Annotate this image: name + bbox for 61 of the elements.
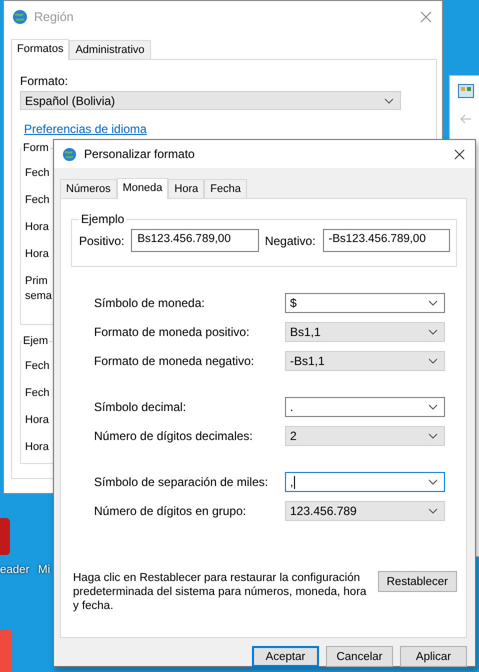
chevron-down-icon (428, 479, 438, 485)
chevron-down-icon (428, 329, 438, 335)
group-title: Ejemplo (79, 212, 126, 226)
setting-dropdown[interactable]: -Bs1,1 (285, 351, 445, 371)
setting-label: Fech (25, 193, 50, 208)
setting-label: Fech (25, 359, 50, 374)
chevron-down-icon (384, 98, 394, 104)
window-title: Personalizar formato (84, 147, 195, 161)
positive-example-field: Bs123.456.789,00 (131, 229, 259, 252)
globe-icon (62, 146, 77, 162)
setting-label: Formato de moneda negativo: (94, 354, 254, 368)
setting-label: Fech (25, 166, 50, 181)
setting-label: Número de dígitos decimales: (94, 429, 253, 443)
setting-label: Símbolo decimal: (94, 400, 186, 414)
setting-dropdown[interactable]: Bs1,1 (285, 322, 445, 342)
reset-note: Haga clic en Restablecer para restaurar la configuración predeterminada del sistema para números, moneda, hora y fecha. (73, 571, 368, 613)
tab[interactable]: Números (60, 179, 117, 198)
group-title: Ejem (22, 335, 50, 347)
setting-label: Prim sema (25, 274, 52, 304)
setting-dropdown[interactable]: $ (285, 293, 445, 313)
setting-label: Formato de moneda positivo: (94, 325, 250, 339)
setting-dropdown[interactable]: . (285, 397, 445, 417)
setting-label: Hora (25, 440, 49, 455)
back-arrow-icon[interactable] (460, 114, 472, 124)
dialog-button[interactable]: Aceptar (252, 646, 319, 667)
setting-label: Fech (25, 386, 50, 401)
reset-button[interactable]: Restablecer (378, 571, 457, 592)
setting-label: Símbolo de separación de miles: (94, 475, 268, 489)
negative-example-field: -Bs123.456.789,00 (322, 229, 450, 252)
setting-dropdown[interactable]: 2 (285, 426, 445, 446)
format-dropdown[interactable]: Español (Bolivia) (20, 91, 401, 110)
setting-label: Número de dígitos en grupo: (94, 504, 246, 518)
positive-label: Positivo: (79, 234, 124, 248)
group-title: Form (22, 142, 50, 154)
chevron-down-icon (428, 300, 438, 306)
format-label: Formato: (20, 74, 68, 88)
setting-label: Hora (25, 247, 49, 262)
setting-label: Símbolo de moneda: (94, 296, 205, 310)
app-tile-icon[interactable] (0, 630, 12, 672)
chevron-down-icon (428, 358, 438, 364)
tab[interactable]: Fecha (204, 179, 247, 198)
negative-label: Negativo: (264, 234, 316, 248)
setting-dropdown[interactable]: , (285, 472, 445, 492)
chevron-down-icon (428, 433, 438, 439)
dialog-button[interactable]: Aplicar (400, 646, 467, 667)
dialog-button[interactable]: Cancelar (326, 646, 393, 667)
setting-dropdown[interactable]: 123.456.789 (285, 501, 445, 521)
tab[interactable]: Hora (168, 179, 204, 198)
tab[interactable]: Moneda (116, 178, 168, 199)
language-preferences-link[interactable]: Preferencias de idioma (24, 123, 147, 136)
chevron-down-icon (428, 508, 438, 514)
control-panel-icon (458, 84, 474, 98)
globe-icon (12, 8, 28, 24)
setting-label: Hora (25, 413, 49, 428)
tab[interactable]: Formatos (11, 39, 70, 60)
app-tile-icon[interactable] (0, 518, 10, 555)
tab[interactable]: Administrativo (69, 40, 151, 59)
setting-label: Hora (25, 220, 49, 235)
close-icon[interactable] (454, 148, 465, 160)
window-title: Región (34, 10, 74, 24)
chevron-down-icon (428, 404, 438, 410)
